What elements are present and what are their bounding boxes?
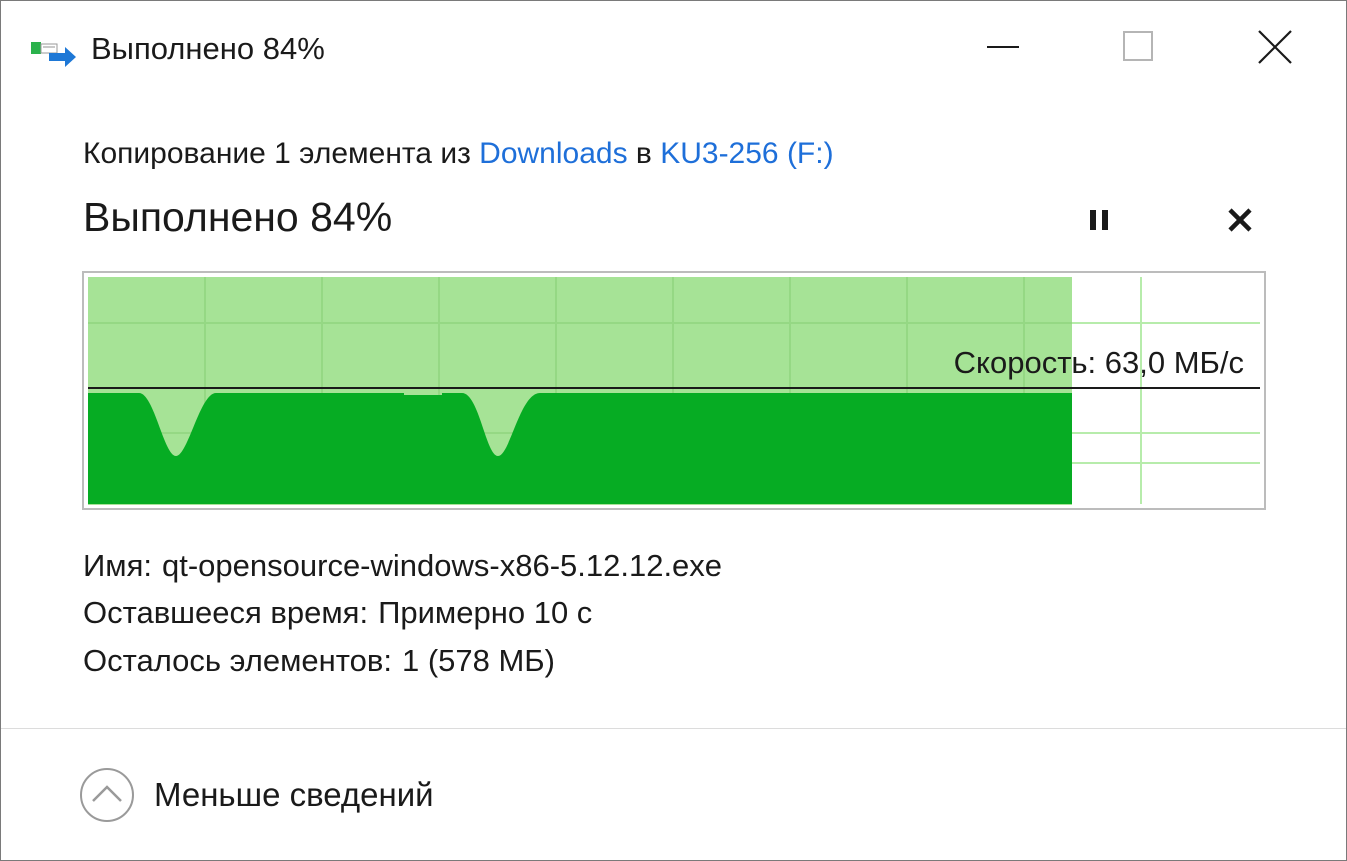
file-name-value: qt-opensource-windows-x86-5.12.12.exe <box>162 548 723 583</box>
copy-prefix: Копирование 1 элемента из <box>83 137 480 170</box>
copy-description: Копирование 1 элемента из Downloads в KU… <box>83 134 834 174</box>
close-icon <box>1258 30 1292 64</box>
copy-progress-window: Выполнено 84% Копирование 1 элемента из … <box>0 0 1347 861</box>
transfer-speed-graph: Скорость: 63,0 МБ/с <box>82 271 1266 510</box>
cancel-copy-button[interactable] <box>1218 199 1262 243</box>
file-name-label: Имя: <box>83 548 152 583</box>
file-copy-icon <box>31 42 76 67</box>
file-name-row: Имя: qt-opensource-windows-x86-5.12.12.ex… <box>83 546 722 586</box>
title-bar[interactable]: Выполнено 84% <box>1 1 1346 93</box>
close-button[interactable] <box>1235 15 1315 79</box>
minimize-icon <box>987 46 1019 48</box>
footer: Меньше сведений <box>1 729 1346 860</box>
maximize-icon <box>1123 31 1153 61</box>
time-remaining-row: Оставшееся время: Примерно 10 с <box>83 593 592 633</box>
minimize-button[interactable] <box>963 15 1043 79</box>
destination-drive-link[interactable]: KU3-256 (F:) <box>660 137 833 170</box>
maximize-button[interactable] <box>1098 15 1178 79</box>
time-remaining-value: Примерно 10 с <box>378 595 593 630</box>
speed-area <box>88 393 1072 504</box>
pause-button[interactable] <box>1079 199 1123 243</box>
less-details-label: Меньше сведений <box>154 776 434 813</box>
window-title: Выполнено 84% <box>91 31 325 66</box>
progress-title: Выполнено 84% <box>83 194 393 240</box>
items-remaining-value: 1 (578 МБ) <box>401 643 555 678</box>
copy-connector: в <box>627 137 661 170</box>
time-remaining-label: Оставшееся время: <box>83 595 369 630</box>
speed-label: Скорость: 63,0 МБ/с <box>953 345 1244 380</box>
pause-icon <box>1090 210 1108 230</box>
items-remaining-row: Осталось элементов: 1 (578 МБ) <box>83 641 555 681</box>
chevron-up-icon <box>80 768 134 822</box>
cancel-icon <box>1228 208 1252 232</box>
items-remaining-label: Осталось элементов: <box>83 643 392 678</box>
source-folder-link[interactable]: Downloads <box>479 137 627 170</box>
